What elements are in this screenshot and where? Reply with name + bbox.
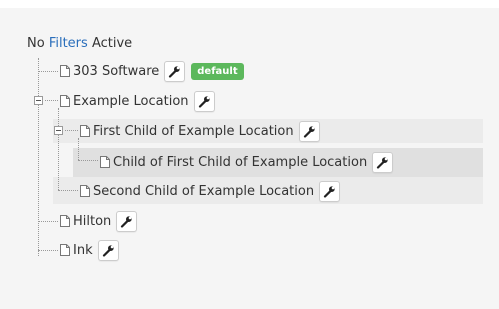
tree-connector xyxy=(38,58,39,256)
document-icon xyxy=(60,65,70,77)
tree-connector xyxy=(45,100,58,101)
wrench-icon[interactable] xyxy=(193,90,215,112)
document-icon xyxy=(60,244,70,256)
tree-connector xyxy=(38,250,58,251)
document-icon xyxy=(80,125,90,137)
tree-connector xyxy=(65,130,78,131)
document-icon xyxy=(60,95,70,107)
tree-connector xyxy=(58,108,59,190)
tree-item[interactable]: Second Child of Example Location xyxy=(80,179,341,203)
tree-item[interactable]: Child of First Child of Example Location xyxy=(100,150,394,174)
tree-connector xyxy=(38,71,58,72)
wrench-icon[interactable] xyxy=(164,60,186,82)
tree-item-label: Ink xyxy=(73,242,93,258)
wrench-icon[interactable] xyxy=(319,180,341,202)
tree-item-label: Child of First Child of Example Location xyxy=(113,154,368,170)
tree-item-label: Second Child of Example Location xyxy=(93,183,315,199)
tree-connector xyxy=(78,160,98,161)
default-badge: default xyxy=(191,62,244,80)
document-icon xyxy=(60,215,70,227)
tree-item[interactable]: 303 Software default xyxy=(60,59,244,83)
document-icon xyxy=(100,156,110,168)
tree-connector xyxy=(78,138,79,160)
tree-item-label: Example Location xyxy=(73,93,189,109)
filters-active-label: Active xyxy=(91,36,133,51)
collapse-toggle-icon[interactable] xyxy=(34,96,43,105)
tree-connector xyxy=(38,221,58,222)
tree-item[interactable]: Ink xyxy=(60,238,119,262)
tree-item[interactable]: First Child of Example Location xyxy=(80,119,320,143)
filters-no-label: No xyxy=(27,36,45,51)
collapse-toggle-icon[interactable] xyxy=(54,126,63,135)
document-icon xyxy=(80,185,90,197)
wrench-icon[interactable] xyxy=(97,239,119,261)
tree-item-label: 303 Software xyxy=(73,63,160,79)
wrench-icon[interactable] xyxy=(372,151,394,173)
tree-item-label: Hilton xyxy=(73,213,112,229)
wrench-icon[interactable] xyxy=(298,120,320,142)
tree-item[interactable]: Hilton xyxy=(60,209,138,233)
wrench-icon[interactable] xyxy=(116,210,138,232)
tree-connector xyxy=(58,190,78,191)
tree-item[interactable]: Example Location xyxy=(60,89,215,113)
filters-status: No Filters Active xyxy=(27,36,132,51)
filters-link[interactable]: Filters xyxy=(49,36,88,51)
tree-item-label: First Child of Example Location xyxy=(93,123,294,139)
